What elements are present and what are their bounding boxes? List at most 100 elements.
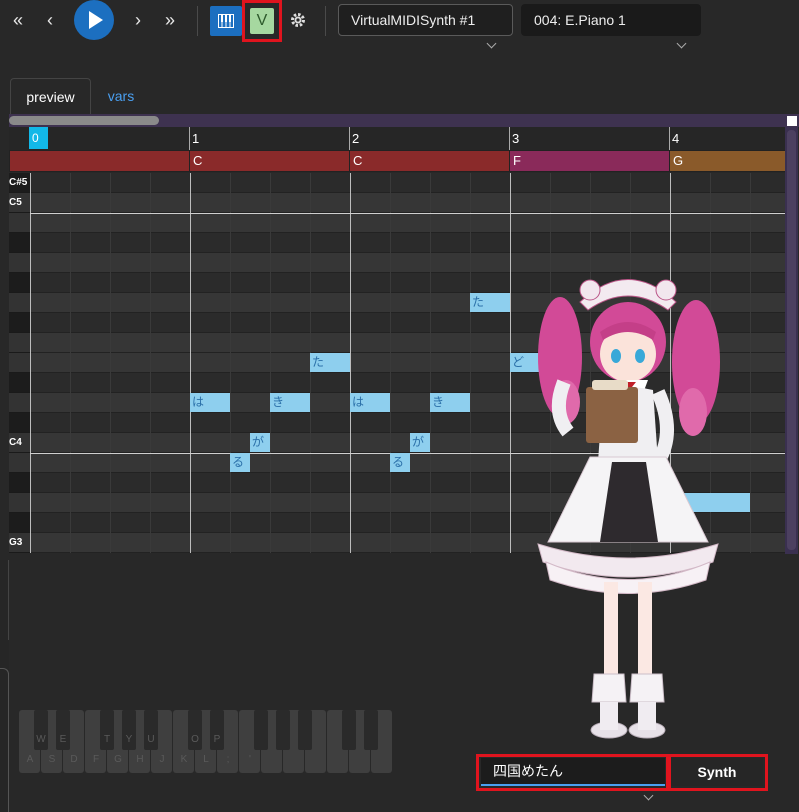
measure-line xyxy=(189,127,190,150)
keyboard-hint-label: E xyxy=(59,734,67,745)
pianoroll-toggle-button[interactable] xyxy=(210,6,242,36)
measure-line xyxy=(350,173,351,553)
measure-ruler[interactable]: 1 2 3 4 xyxy=(9,127,785,150)
white-key[interactable] xyxy=(9,333,30,353)
keyboard-hint-label: T xyxy=(103,734,111,745)
horizontal-scrollbar-thumb[interactable] xyxy=(9,116,159,125)
beat-line xyxy=(470,173,471,553)
keyboard-hint-label: O xyxy=(191,734,199,745)
chord-block[interactable]: C xyxy=(349,151,509,171)
white-key[interactable] xyxy=(9,213,30,233)
chevron-down-icon[interactable] xyxy=(643,790,654,801)
shikoku-metan-character xyxy=(537,279,720,739)
black-key[interactable] xyxy=(254,710,268,750)
midi-output-select[interactable]: VirtualMIDISynth #1 xyxy=(338,4,513,36)
vertical-scrollbar-thumb[interactable] xyxy=(787,130,796,550)
measure-label: 2 xyxy=(352,131,360,146)
instrument-value: 004: E.Piano 1 xyxy=(534,12,626,28)
play-icon xyxy=(89,11,103,29)
black-key[interactable] xyxy=(9,233,30,253)
note-block[interactable]: る xyxy=(230,453,250,472)
note-block[interactable]: は xyxy=(190,393,230,412)
note-block[interactable]: た xyxy=(470,293,510,312)
black-key[interactable] xyxy=(276,710,290,750)
note-block[interactable]: る xyxy=(390,453,410,472)
white-key[interactable] xyxy=(9,293,30,313)
note-block[interactable]: き xyxy=(430,393,470,412)
black-key[interactable] xyxy=(9,513,30,533)
black-key[interactable] xyxy=(9,273,30,293)
keyboard-hint-label: D xyxy=(70,754,78,765)
note-block[interactable]: は xyxy=(350,393,390,412)
gear-icon[interactable] xyxy=(287,6,309,34)
computer-keyboard-piano[interactable]: W E T Y U O P A S D F G H J K L; ' xyxy=(19,710,399,773)
black-key[interactable] xyxy=(364,710,378,750)
grid-row xyxy=(30,193,785,213)
beat-line xyxy=(430,173,431,553)
keyboard-hint-label: J xyxy=(159,754,165,765)
note-block[interactable]: き xyxy=(270,393,310,412)
keyboard-hint-label: K xyxy=(180,754,188,765)
beat-line xyxy=(230,173,231,553)
key-label: C5 xyxy=(9,197,22,208)
beat-line xyxy=(110,173,111,553)
instrument-select[interactable]: 004: E.Piano 1 xyxy=(521,4,701,36)
keyboard-hint-label: ; xyxy=(226,754,230,765)
measure-label: 1 xyxy=(192,131,200,146)
chord-block[interactable]: C xyxy=(189,151,349,171)
measure-line xyxy=(509,127,510,150)
chevron-down-icon[interactable] xyxy=(486,38,497,49)
grid-row xyxy=(30,173,785,193)
scroll-corner xyxy=(787,116,797,126)
tab-vars[interactable]: vars xyxy=(96,78,146,114)
keyboard-hint-label: U xyxy=(147,734,155,745)
note-block[interactable]: が xyxy=(410,433,430,452)
rewind-to-start-icon[interactable]: « xyxy=(8,6,28,34)
keyboard-hint-label: Y xyxy=(125,734,133,745)
white-key[interactable] xyxy=(9,493,30,513)
chord-lane[interactable]: C C F G xyxy=(9,150,785,172)
key-label: G3 xyxy=(9,537,23,548)
black-key[interactable] xyxy=(9,313,30,333)
white-key[interactable] xyxy=(9,393,30,413)
black-key[interactable] xyxy=(342,710,356,750)
black-key[interactable] xyxy=(298,710,312,750)
chord-block[interactable]: F xyxy=(509,151,669,171)
app-window: « ‹ › » V VirtualMIDISynth #1 004: E.Pia… xyxy=(0,0,799,812)
highlight-box-synth xyxy=(668,754,768,791)
chord-block[interactable] xyxy=(9,151,29,171)
note-block[interactable]: た xyxy=(310,353,350,372)
highlight-box-singer xyxy=(476,754,669,791)
measure-line xyxy=(30,173,31,553)
white-key[interactable] xyxy=(9,453,30,473)
keyboard-hint-label: W xyxy=(36,734,46,745)
measure-line xyxy=(349,127,350,150)
beat-line xyxy=(270,173,271,553)
play-button[interactable] xyxy=(74,0,114,40)
toolbar-divider xyxy=(197,6,198,36)
black-key[interactable] xyxy=(9,373,30,393)
black-key[interactable] xyxy=(9,413,30,433)
white-key[interactable] xyxy=(9,353,30,373)
chord-block[interactable]: G xyxy=(669,151,785,171)
next-icon[interactable]: › xyxy=(128,6,148,34)
forward-to-end-icon[interactable]: » xyxy=(160,6,180,34)
beat-line xyxy=(70,173,71,553)
side-panel-edge xyxy=(0,668,9,812)
keyboard-hint-label: F xyxy=(92,754,100,765)
measure-line xyxy=(190,173,191,553)
keyboard-hint-label: S xyxy=(48,754,56,765)
highlight-box-vsynth xyxy=(242,0,282,42)
black-key[interactable] xyxy=(9,473,30,493)
grid-row xyxy=(30,213,785,233)
piano-keys-column[interactable] xyxy=(9,173,30,553)
note-block[interactable]: が xyxy=(250,433,270,452)
measure-label: 3 xyxy=(512,131,520,146)
tab-preview[interactable]: preview xyxy=(10,78,91,115)
grid-row xyxy=(30,233,785,253)
beat-line xyxy=(390,173,391,553)
side-panel-edge xyxy=(0,560,9,640)
previous-icon[interactable]: ‹ xyxy=(40,6,60,34)
white-key[interactable] xyxy=(9,253,30,273)
chevron-down-icon[interactable] xyxy=(676,38,687,49)
